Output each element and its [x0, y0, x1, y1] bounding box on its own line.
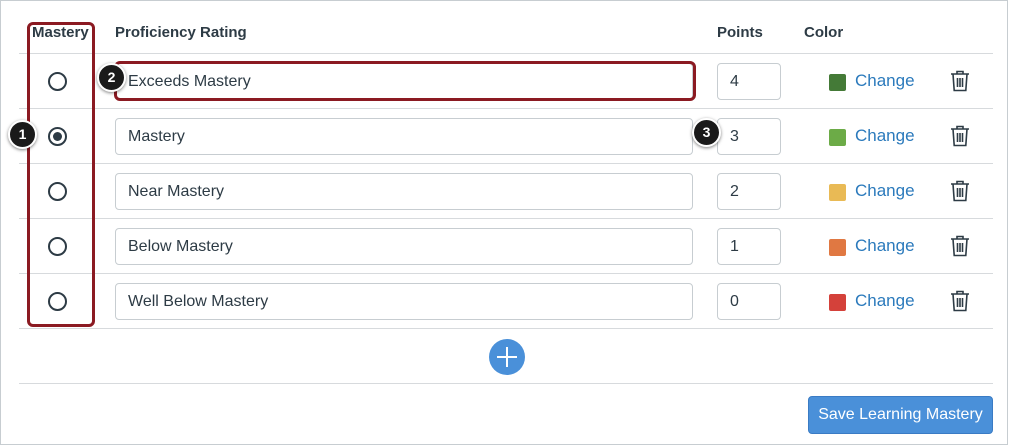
save-learning-mastery-button[interactable]: Save Learning Mastery [808, 396, 993, 434]
change-color-link[interactable]: Change [855, 236, 915, 256]
add-rating-button[interactable] [489, 339, 525, 375]
color-swatch [829, 294, 846, 311]
points-input[interactable]: 3 [717, 118, 781, 155]
points-input[interactable]: 0 [717, 283, 781, 320]
trash-icon[interactable] [950, 290, 970, 312]
change-color-link[interactable]: Change [855, 291, 915, 311]
rating-row: Well Below Mastery 0 Change [19, 274, 993, 329]
change-color-link[interactable]: Change [855, 181, 915, 201]
callout-3: 3 [692, 118, 721, 147]
trash-icon[interactable] [950, 125, 970, 147]
color-swatch [829, 239, 846, 256]
color-swatch [829, 74, 846, 91]
change-color-link[interactable]: Change [855, 126, 915, 146]
trash-icon[interactable] [950, 180, 970, 202]
callout-2: 2 [97, 63, 126, 92]
trash-icon[interactable] [950, 70, 970, 92]
header-proficiency-rating: Proficiency Rating [115, 24, 247, 41]
rating-name-input[interactable]: Well Below Mastery [115, 283, 693, 320]
color-swatch [829, 129, 846, 146]
points-input[interactable]: 1 [717, 228, 781, 265]
rating-name-input[interactable]: Near Mastery [115, 173, 693, 210]
mastery-scale-panel: Mastery Proficiency Rating Points Color … [0, 0, 1008, 445]
mastery-column-highlight [27, 22, 95, 327]
rating-row: Mastery 3 Change [19, 109, 993, 164]
header-color: Color [804, 24, 844, 41]
change-color-link[interactable]: Change [855, 71, 915, 91]
header-points: Points [717, 24, 763, 41]
rating-name-input[interactable]: Mastery [115, 118, 693, 155]
rating-name-highlight [114, 61, 696, 101]
color-swatch [829, 184, 846, 201]
rating-row: Below Mastery 1 Change [19, 219, 993, 274]
trash-icon[interactable] [950, 235, 970, 257]
divider [19, 383, 993, 384]
rating-name-input[interactable]: Below Mastery [115, 228, 693, 265]
callout-1: 1 [8, 120, 37, 149]
rating-row: Near Mastery 2 Change [19, 164, 993, 219]
points-input[interactable]: 4 [717, 63, 781, 100]
points-input[interactable]: 2 [717, 173, 781, 210]
